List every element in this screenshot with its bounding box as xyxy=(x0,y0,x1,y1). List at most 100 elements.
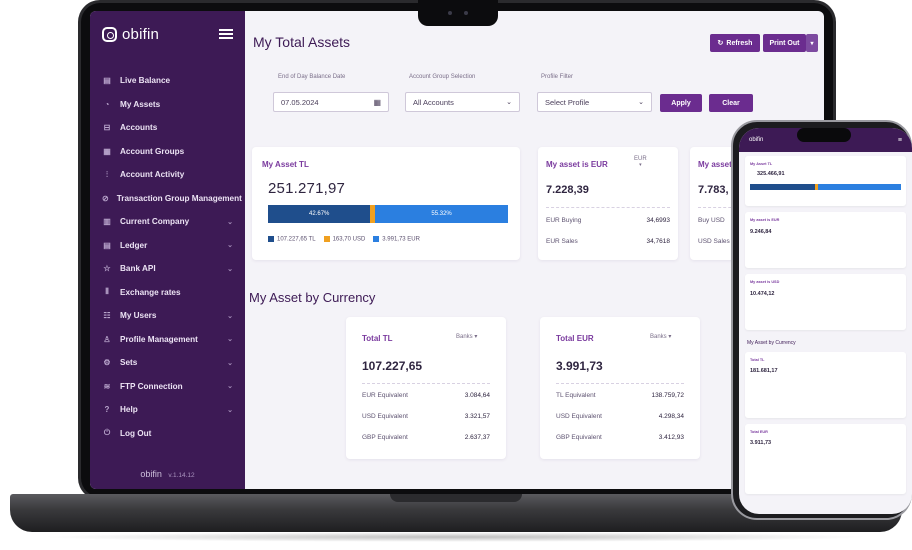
banks-dropdown[interactable]: Banks ▾ xyxy=(650,333,671,340)
print-out-button[interactable]: Print Out xyxy=(763,34,806,52)
sidebar-item-label: FTP Connection xyxy=(120,381,183,391)
asset-legend: 107.227,65 TL 163,70 USD 3.991,73 EUR xyxy=(268,236,420,243)
ledger-icon: ▤ xyxy=(103,240,111,250)
equivalent-label: TL Equivalent xyxy=(556,392,596,399)
phone-logo[interactable]: obifin xyxy=(749,137,763,143)
profile-select[interactable]: Select Profile ⌄ xyxy=(537,92,652,112)
apply-button[interactable]: Apply xyxy=(660,94,702,112)
legend-tl: 107.227,65 TL xyxy=(268,236,316,243)
currency-card-total: 107.227,65 xyxy=(362,359,423,373)
ftp-icon: ≋ xyxy=(103,381,111,391)
sidebar-item-accounts[interactable]: ⊟ Accounts xyxy=(90,116,245,140)
sidebar-item-account-groups[interactable]: ▦ Account Groups xyxy=(90,140,245,164)
sidebar-item-label: Account Groups xyxy=(120,146,185,156)
banks-dropdown[interactable]: Banks ▾ xyxy=(456,333,477,340)
laptop-shadow xyxy=(40,532,872,542)
divider xyxy=(362,383,490,384)
print-options-button[interactable]: ▾ xyxy=(806,34,818,52)
group-value: All Accounts xyxy=(413,97,454,107)
sidebar-item-transaction-group-management[interactable]: ⊘ Transaction Group Management xyxy=(90,187,245,211)
sidebar-item-bank-api[interactable]: ☆ Bank API ⌄ xyxy=(90,257,245,281)
print-out-label: Print Out xyxy=(769,39,800,47)
users-icon: ☷ xyxy=(103,311,111,321)
sidebar-item-my-assets[interactable]: ◔ My Assets xyxy=(90,93,245,117)
chevron-down-icon: ⌄ xyxy=(638,99,644,106)
asset-usd-total: 7.783, xyxy=(698,184,729,196)
activity-icon: ⫶ xyxy=(106,169,108,179)
usd-sales-label: USD Sales xyxy=(698,238,730,245)
equivalent-value: 3.412,93 xyxy=(658,434,684,441)
bar-segment-tl: 42.67% xyxy=(268,205,371,223)
logo[interactable]: obifin xyxy=(102,26,159,43)
legend-eur: 3.991,73 EUR xyxy=(373,236,420,243)
eur-sales-value: 34,7618 xyxy=(646,238,671,245)
sidebar-item-live-balance[interactable]: ▤ Live Balance xyxy=(90,69,245,93)
laptop-notch xyxy=(418,0,498,26)
phone-eur-total: 9.246,84 xyxy=(750,229,772,235)
company-icon: ▥ xyxy=(103,217,111,227)
phone-c2-title: Total EUR xyxy=(750,430,768,434)
asset-eur-total: 7.228,39 xyxy=(546,184,589,196)
asset-tl-card: My Asset TL 251.271,97 42.67% 55.32% 107.… xyxy=(252,147,520,260)
camera-icon xyxy=(448,11,452,15)
banks-label: Banks xyxy=(650,334,667,340)
equivalent-label: USD Equivalent xyxy=(556,413,602,420)
clear-button[interactable]: Clear xyxy=(709,94,753,112)
sidebar-item-label: Exchange rates xyxy=(120,287,181,297)
sidebar-item-ftp-connection[interactable]: ≋ FTP Connection ⌄ xyxy=(90,375,245,399)
sidebar-item-account-activity[interactable]: ⫶ Account Activity xyxy=(90,163,245,187)
bank-api-icon: ☆ xyxy=(103,264,111,274)
profile-icon: ♙ xyxy=(103,334,111,344)
equivalent-label: GBP Equivalent xyxy=(556,434,602,441)
phone-distribution-bar xyxy=(750,184,901,190)
help-icon: ? xyxy=(104,405,110,415)
sidebar-item-label: Profile Management xyxy=(120,334,198,344)
usd-buying-label: Buy USD xyxy=(698,217,725,224)
phone-eur-card: My asset is EUR 9.246,84 xyxy=(745,212,906,268)
sidebar: obifin ▤ Live Balance ◔ My Assets ⊟ Accounts ▦… xyxy=(90,11,245,489)
laptop-groove xyxy=(390,494,522,502)
sidebar-item-label: Live Balance xyxy=(120,76,171,86)
asset-tl-title: My Asset TL xyxy=(262,160,309,169)
chevron-down-icon: ⌄ xyxy=(227,359,233,367)
date-value: 07.05.2024 xyxy=(281,97,319,107)
legend-usd: 163,70 USD xyxy=(323,236,365,243)
sidebar-item-my-users[interactable]: ☷ My Users ⌄ xyxy=(90,304,245,328)
version-text: v.1.14.12 xyxy=(168,472,195,479)
transaction-group-icon: ⊘ xyxy=(102,193,109,203)
equivalent-label: EUR Equivalent xyxy=(362,392,408,399)
phone-screen: obifin ≡ My Asset TL 325.466,91 My asset… xyxy=(739,128,912,514)
page-title: My Total Assets xyxy=(253,34,351,50)
sidebar-item-help[interactable]: ? Help ⌄ xyxy=(90,398,245,422)
sidebar-item-log-out[interactable]: ⏻ Log Out xyxy=(90,422,245,446)
phone-tl-card: My Asset TL 325.466,91 xyxy=(745,156,906,206)
phone-c2-total: 3.911,73 xyxy=(750,440,772,446)
currency-card: Total EUR Banks ▾ 3.991,73 TL Equivalent 138… xyxy=(540,317,700,459)
sidebar-item-sets[interactable]: ⚙ Sets ⌄ xyxy=(90,351,245,375)
phone-tl-title: My Asset TL xyxy=(750,162,773,166)
phone-menu-icon[interactable]: ≡ xyxy=(898,137,902,144)
sets-icon: ⚙ xyxy=(103,358,111,368)
date-input[interactable]: 07.05.2024 ▦ xyxy=(273,92,389,112)
apply-label: Apply xyxy=(671,99,691,107)
asset-eur-card: My asset is EUR EUR ▾ 7.228,39 EUR Buyin… xyxy=(538,147,678,260)
sidebar-item-profile-management[interactable]: ♙ Profile Management ⌄ xyxy=(90,328,245,352)
sidebar-item-ledger[interactable]: ▤ Ledger ⌄ xyxy=(90,234,245,258)
eur-buying-label: EUR Buying xyxy=(546,217,582,224)
phone-total-tl-card: Total TL 181.681,17 xyxy=(745,352,906,418)
account-group-select[interactable]: All Accounts ⌄ xyxy=(405,92,520,112)
sidebar-item-label: Account Activity xyxy=(120,170,185,180)
currency-select[interactable]: EUR ▾ xyxy=(634,156,647,168)
sidebar-item-current-company[interactable]: ▥ Current Company ⌄ xyxy=(90,210,245,234)
chevron-down-icon: ⌄ xyxy=(227,406,233,414)
chevron-down-icon: ▾ xyxy=(668,334,672,340)
group-label: Account Group Selection xyxy=(409,74,476,80)
chevron-down-icon: ⌄ xyxy=(227,265,233,273)
clear-label: Clear xyxy=(722,99,740,107)
refresh-button[interactable]: ↻ Refresh xyxy=(710,34,760,52)
sidebar-item-exchange-rates[interactable]: ⫴ Exchange rates xyxy=(90,281,245,305)
hamburger-menu-icon[interactable] xyxy=(219,29,233,39)
equivalent-value: 4.298,34 xyxy=(658,413,684,420)
profile-label: Profile Filter xyxy=(541,74,574,80)
currency-card-title: Total TL xyxy=(362,334,393,343)
